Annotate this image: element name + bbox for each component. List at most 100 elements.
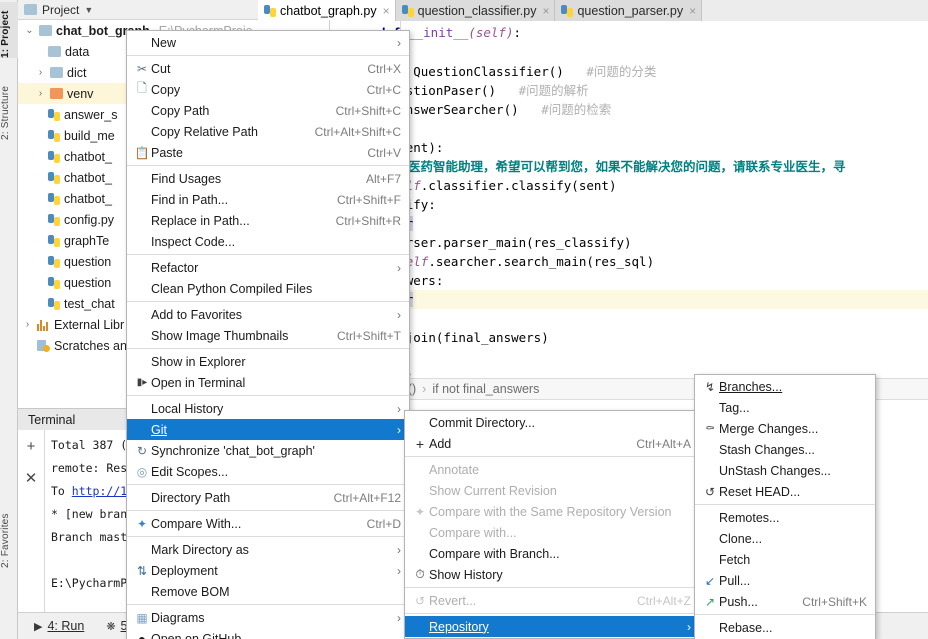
menu-item-add[interactable]: + Add Ctrl+Alt+A xyxy=(405,433,699,454)
menu-item-unstash-changes[interactable]: UnStash Changes... xyxy=(695,460,875,481)
menu-item-cut[interactable]: ✂ Cut Ctrl+X xyxy=(127,58,409,79)
menu-item-label: Clean Python Compiled Files xyxy=(151,281,313,296)
chevron-down-icon[interactable]: ▼ xyxy=(84,5,93,15)
menu-item-new[interactable]: New › xyxy=(127,32,409,53)
menu-item-label: Find in Path... xyxy=(151,192,229,207)
code-editor[interactable]: 13 def __init__(self): ssifier = Questio… xyxy=(330,21,928,378)
add-icon[interactable]: + xyxy=(27,438,36,455)
status-item-run[interactable]: ▶ 4: Run xyxy=(34,619,84,633)
menu-item-label: Show in Explorer xyxy=(151,354,246,369)
chevron-down-icon[interactable]: ⌄ xyxy=(24,25,35,36)
menu-item-compare-with-branch[interactable]: Compare with Branch... xyxy=(405,543,699,564)
menu-item-label: Replace in Path... xyxy=(151,213,250,228)
scopes-icon: ◎ xyxy=(136,464,148,479)
python-file-icon xyxy=(48,234,60,247)
menu-item-show-history[interactable]: ⏱ Show History xyxy=(405,564,699,585)
menu-item-label: Add to Favorites xyxy=(151,307,243,322)
close-icon[interactable]: × xyxy=(383,4,390,18)
menu-item-stash-changes[interactable]: Stash Changes... xyxy=(695,439,875,460)
close-icon[interactable]: ✕ xyxy=(25,469,38,487)
menu-item-show-image-thumbnails[interactable]: Show Image Thumbnails Ctrl+Shift+T xyxy=(127,325,409,346)
menu-item-find-usages[interactable]: Find Usages Alt+F7 xyxy=(127,168,409,189)
menu-item-push[interactable]: ↗ Push... Ctrl+Shift+K xyxy=(695,591,875,612)
menu-item-label: Pull... xyxy=(719,573,751,588)
vertical-tab-project[interactable]: 1: Project xyxy=(0,2,18,58)
menu-item-clone[interactable]: Clone... xyxy=(695,528,875,549)
menu-item-rebase[interactable]: Rebase... xyxy=(695,617,875,638)
scissors-icon: ✂ xyxy=(136,61,148,76)
menu-item-remove-bom[interactable]: Remove BOM xyxy=(127,581,409,602)
menu-item-shortcut: Ctrl+Alt+Z xyxy=(636,593,691,608)
python-file-icon xyxy=(48,150,60,163)
menu-item-open-in-terminal[interactable]: ▮▸ Open in Terminal xyxy=(127,372,409,393)
tab-question-classifier[interactable]: question_classifier.py × xyxy=(395,0,556,21)
context-menu-main[interactable]: New › ✂ Cut Ctrl+X 🗋 Copy Ctrl+C Copy Path Ctr… xyxy=(126,30,410,639)
tree-item-label: dict xyxy=(67,65,87,80)
history-icon: ⏱ xyxy=(415,567,425,581)
vertical-tab-structure[interactable]: 2: Structure xyxy=(0,62,18,140)
menu-item-local-history[interactable]: Local History › xyxy=(127,398,409,419)
menu-item-copy-relative-path[interactable]: Copy Relative Path Ctrl+Alt+Shift+C xyxy=(127,121,409,142)
menu-item-repository[interactable]: Repository › xyxy=(405,616,699,637)
menu-item-pull[interactable]: ↙ Pull... xyxy=(695,570,875,591)
menu-item-remotes[interactable]: Remotes... xyxy=(695,507,875,528)
menu-item-copy[interactable]: 🗋 Copy Ctrl+C xyxy=(127,79,409,100)
chevron-right-icon[interactable]: › xyxy=(22,319,33,330)
menu-item-open-on-github[interactable]: ● Open on GitHub xyxy=(127,628,409,639)
tab-label: chatbot_graph.py xyxy=(280,3,377,18)
context-menu-git[interactable]: Commit Directory... + Add Ctrl+Alt+A Annot… xyxy=(404,410,700,639)
menu-item-inspect-code[interactable]: Inspect Code... xyxy=(127,231,409,252)
menu-separator xyxy=(127,165,409,166)
chevron-right-icon[interactable]: › xyxy=(35,88,46,99)
breadcrumb-item[interactable]: if not final_answers xyxy=(432,382,539,396)
menu-item-show-in-explorer[interactable]: Show in Explorer xyxy=(127,351,409,372)
menu-item-merge-changes[interactable]: ⚰ Merge Changes... xyxy=(695,418,875,439)
menu-item-shortcut: Ctrl+Alt+Shift+C xyxy=(314,124,401,139)
close-icon[interactable]: × xyxy=(689,4,696,18)
tab-chatbot-graph[interactable]: chatbot_graph.py × xyxy=(258,0,396,21)
menu-item-label: Show History xyxy=(429,567,503,582)
menu-item-shortcut: Ctrl+Alt+F12 xyxy=(333,490,401,505)
menu-item-synchronize[interactable]: ↻ Synchronize 'chat_bot_graph' xyxy=(127,440,409,461)
menu-item-label: Compare With... xyxy=(151,516,242,531)
menu-item-commit-directory[interactable]: Commit Directory... xyxy=(405,412,699,433)
menu-separator xyxy=(127,604,409,605)
vertical-tab-favorites[interactable]: 2: Favorites xyxy=(0,490,18,568)
python-file-icon xyxy=(48,129,60,142)
menu-separator xyxy=(127,301,409,302)
menu-item-diagrams[interactable]: ▦ Diagrams › xyxy=(127,607,409,628)
chevron-right-icon[interactable]: › xyxy=(35,67,46,78)
menu-item-copy-path[interactable]: Copy Path Ctrl+Shift+C xyxy=(127,100,409,121)
menu-item-label: Commit Directory... xyxy=(429,415,536,430)
menu-item-refactor[interactable]: Refactor › xyxy=(127,257,409,278)
python-file-icon xyxy=(48,276,60,289)
chevron-right-icon: › xyxy=(397,35,401,50)
menu-item-label: Directory Path xyxy=(151,490,231,505)
context-menu-repository[interactable]: ↯ Branches... Tag... ⚰ Merge Changes... St… xyxy=(694,374,876,639)
menu-item-add-to-favorites[interactable]: Add to Favorites › xyxy=(127,304,409,325)
menu-item-find-in-path[interactable]: Find in Path... Ctrl+Shift+F xyxy=(127,189,409,210)
menu-item-edit-scopes[interactable]: ◎ Edit Scopes... xyxy=(127,461,409,482)
menu-item-deployment[interactable]: ⇅ Deployment › xyxy=(127,560,409,581)
menu-item-label: Inspect Code... xyxy=(151,234,236,249)
project-panel-label: Project xyxy=(42,2,80,17)
menu-item-replace-in-path[interactable]: Replace in Path... Ctrl+Shift+R xyxy=(127,210,409,231)
close-icon[interactable]: × xyxy=(542,4,549,18)
menu-item-shortcut: Ctrl+Shift+C xyxy=(335,103,401,118)
menu-item-clean-python-compiled-files[interactable]: Clean Python Compiled Files xyxy=(127,278,409,299)
menu-item-branches[interactable]: ↯ Branches... xyxy=(695,376,875,397)
menu-item-paste[interactable]: 📋 Paste Ctrl+V xyxy=(127,142,409,163)
tree-item-label: Scratches an xyxy=(54,338,127,353)
menu-item-directory-path[interactable]: Directory Path Ctrl+Alt+F12 xyxy=(127,487,409,508)
menu-item-compare-same-repo-version: ✦ Compare with the Same Repository Versio… xyxy=(405,501,699,522)
menu-item-compare-with[interactable]: ✦ Compare With... Ctrl+D xyxy=(127,513,409,534)
run-icon: ▶ xyxy=(34,620,43,633)
menu-item-reset-head[interactable]: ↺ Reset HEAD... xyxy=(695,481,875,502)
tab-question-parser[interactable]: question_parser.py × xyxy=(555,0,703,21)
terminal-line-prefix: To xyxy=(51,484,72,498)
menu-item-fetch[interactable]: Fetch xyxy=(695,549,875,570)
menu-item-label: Branches... xyxy=(719,379,783,394)
menu-item-mark-directory-as[interactable]: Mark Directory as › xyxy=(127,539,409,560)
menu-item-git[interactable]: Git › xyxy=(127,419,409,440)
menu-item-tag[interactable]: Tag... xyxy=(695,397,875,418)
